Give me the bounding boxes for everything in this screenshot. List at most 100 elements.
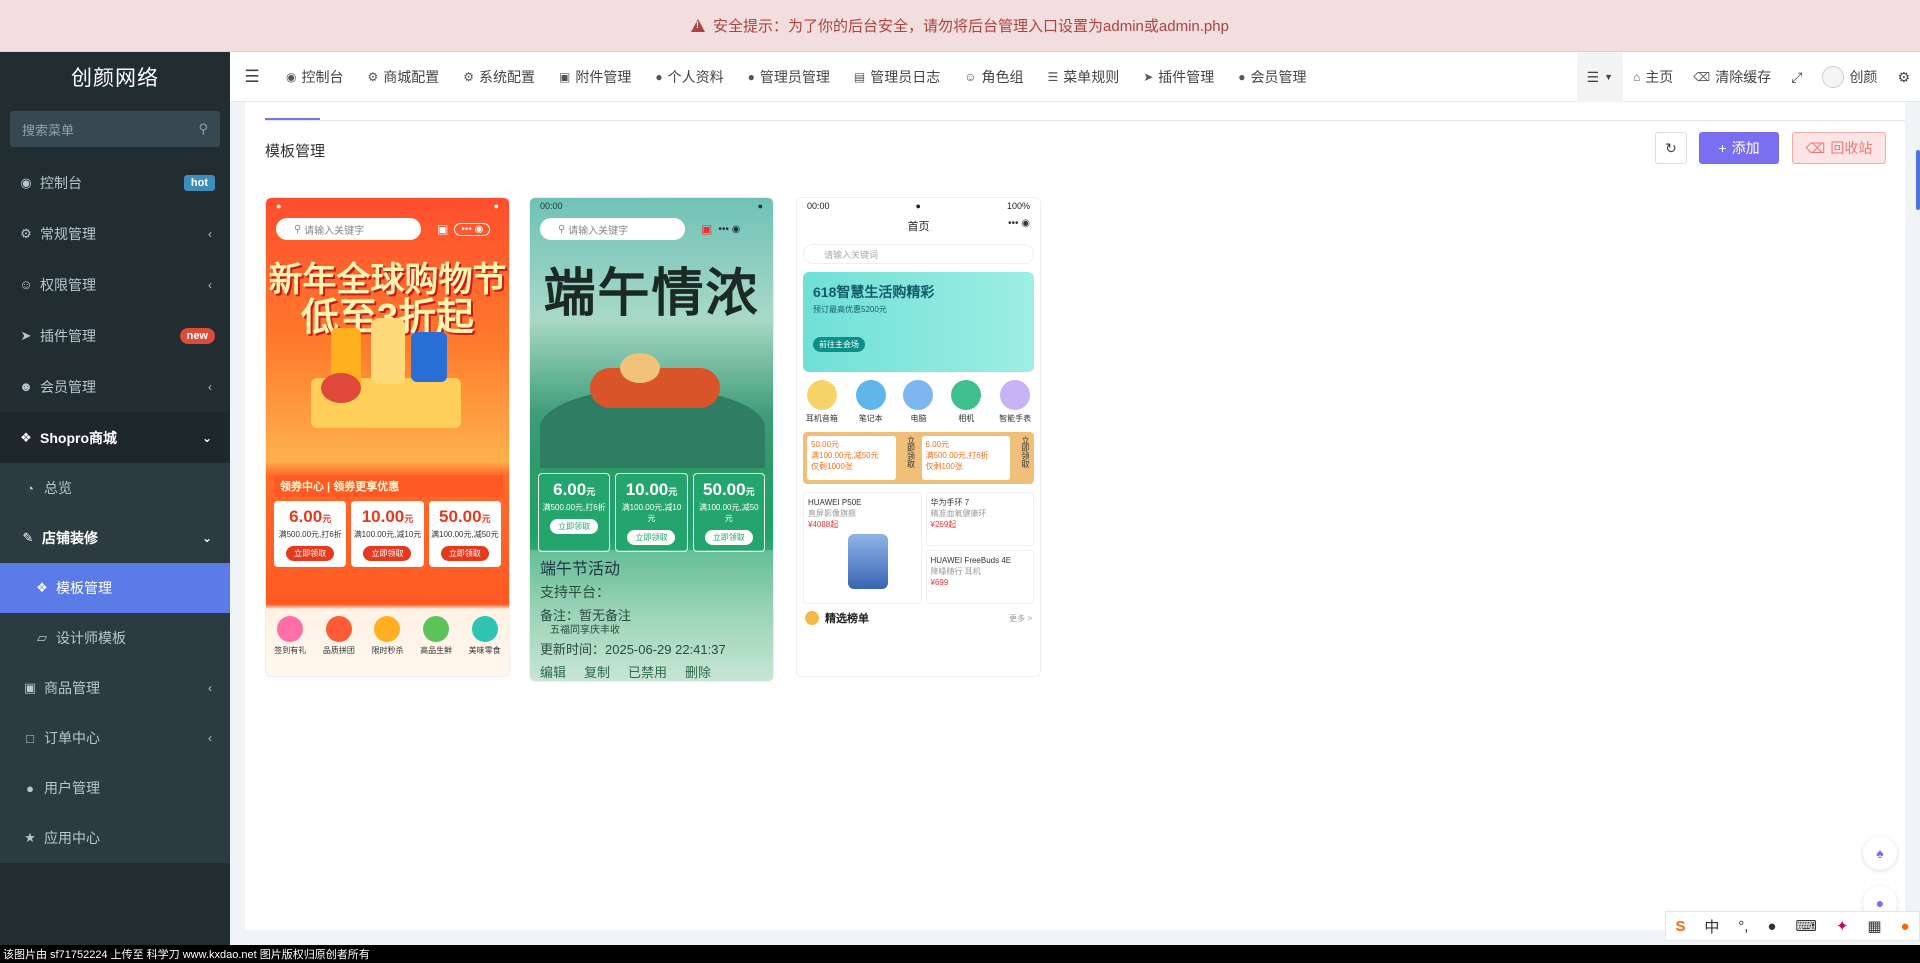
search-icon[interactable]: ⚲: [198, 121, 208, 137]
keyboard-icon[interactable]: ⌨: [1795, 917, 1817, 935]
chinese-mode-icon[interactable]: 中: [1704, 916, 1719, 937]
trash-label: 回收站: [1830, 140, 1873, 156]
pie-icon: ◔: [26, 480, 34, 496]
chevron-left-icon: ‹: [208, 379, 212, 394]
tab-system-config[interactable]: ⚙ 系统配置: [451, 52, 547, 102]
user-icon: ●: [747, 69, 755, 84]
tab-role-group[interactable]: ☺ 角色组: [952, 52, 1035, 102]
recycle-bin-button[interactable]: ⌫ 回收站: [1792, 132, 1886, 164]
coupon-claim-button: 立即领取: [627, 530, 676, 545]
sidebar-item-users[interactable]: ● 用户管理: [0, 763, 230, 813]
skin-icon[interactable]: ✦: [1836, 917, 1849, 935]
template-card[interactable]: 00:00 ● 100% 首页 ••• ◉ 请输入关键词 618智慧生活购精彩 预订…: [796, 197, 1041, 677]
fullscreen-icon[interactable]: ⤢: [1781, 52, 1812, 102]
tab-label: 管理员管理: [759, 68, 830, 85]
settings-icon[interactable]: ⚙: [1887, 52, 1920, 102]
chevron-left-icon: ‹: [208, 226, 212, 241]
grid-icon[interactable]: ▦: [1867, 917, 1881, 935]
product-name: HUAWEI FreeBuds 4E: [930, 556, 1012, 565]
tab-admin-log[interactable]: ▤ 管理员日志: [842, 52, 952, 102]
user-icon: ●: [26, 780, 34, 796]
coupon-row: 50.00元 满100.00元,减50元 仅剩1000张 立即领取 6.00元 满50…: [803, 432, 1034, 484]
brush-icon: ✎: [22, 530, 34, 545]
logo[interactable]: 创颜网络: [0, 52, 230, 102]
menu-toggle-icon[interactable]: ☰: [230, 67, 274, 87]
disabled-status[interactable]: 已禁用: [628, 661, 667, 681]
microphone-icon[interactable]: ●: [1767, 918, 1776, 935]
sogou-logo-icon[interactable]: S: [1675, 918, 1685, 935]
category-label: 限时秒杀: [371, 646, 404, 655]
sidebar-item-decoration[interactable]: ✎ 店铺装修 ⌄: [0, 513, 230, 563]
more-menu-dropdown[interactable]: ☰ ▼: [1576, 52, 1624, 102]
status-bar: ● ●: [276, 201, 499, 211]
sidebar-item-general[interactable]: ⚙ 常规管理 ‹: [0, 208, 230, 259]
refresh-icon: ↻: [1665, 139, 1677, 156]
tab-attachment[interactable]: ▣ 附件管理: [547, 52, 643, 102]
product-card: HUAWEI FreeBuds 4E 降噪随行 耳机 ¥699: [925, 550, 1034, 604]
coupon: 6.00元 满500.00元,打6折 立即领取: [538, 473, 611, 552]
sidebar-item-member[interactable]: ☻ 会员管理 ‹: [0, 361, 230, 412]
sidebar-item-overview[interactable]: ◔ 总览: [0, 463, 230, 513]
coupon-stock: 仅剩1000张: [811, 462, 853, 471]
user-menu[interactable]: 创颜: [1812, 52, 1887, 102]
tab-shop-config[interactable]: ⚙ 商城配置: [355, 52, 451, 102]
coupon-unit: 元: [481, 514, 491, 524]
coupon: 6.00元 满500.00元,打6折 仅剩100张: [921, 436, 1010, 480]
add-button[interactable]: + 添加: [1699, 132, 1779, 164]
cogs-icon: ⚙: [20, 225, 32, 241]
tab-menu-rules[interactable]: ☰ 菜单规则: [1035, 52, 1131, 102]
category-label: 智能手表: [999, 414, 1032, 423]
copy-link[interactable]: 复制: [584, 661, 610, 681]
sidebar-item-apps[interactable]: ★ 应用中心: [0, 813, 230, 863]
clear-cache-button[interactable]: ⌫ 清除缓存: [1683, 52, 1781, 102]
template-card[interactable]: 00:00 ● ⚲ 请输入关键字 ▣ ••• ◉ 端午情浓 6.00元 满500.0…: [529, 197, 774, 682]
sidebar-item-plugin[interactable]: ➤ 插件管理 new: [0, 310, 230, 361]
home-link[interactable]: ⌂ 主页: [1623, 52, 1683, 102]
coupon-desc: 满500.00元,打6折: [278, 530, 342, 539]
scrollbar[interactable]: [1916, 150, 1920, 210]
sidebar-item-goods[interactable]: ▣ 商品管理 ‹: [0, 663, 230, 713]
mascot-icon[interactable]: ●: [1900, 918, 1909, 935]
tab-dashboard[interactable]: ◉ 控制台: [274, 52, 355, 102]
tab-members[interactable]: ● 会员管理: [1226, 52, 1318, 102]
category-label: 签到有礼: [274, 646, 307, 655]
edit-link[interactable]: 编辑: [540, 661, 566, 681]
chevron-down-icon: ⌄: [201, 430, 212, 445]
tab-admin[interactable]: ● 管理员管理: [736, 52, 842, 102]
sidebar-item-label: Shopro商城: [40, 429, 117, 446]
status-bar: 00:00 ●: [540, 201, 763, 211]
capsule-icon: ••• ◉: [1007, 218, 1030, 229]
coupon: 50.00元 满100.00元,减50元 立即领取: [428, 501, 501, 567]
more-link: 更多 >: [1009, 613, 1032, 623]
tab-plugins[interactable]: ➤ 插件管理: [1131, 52, 1226, 102]
category-label: 笔记本: [858, 414, 883, 423]
plus-icon: +: [1718, 140, 1727, 156]
menu-search-input[interactable]: 搜索菜单 ⚲: [10, 111, 220, 147]
category-item: 签到有礼: [274, 616, 306, 656]
category-icons: 签到有礼 品质拼团 限时秒杀 高品生鲜 美味零食: [266, 616, 509, 656]
product-grid: HUAWEI P50E 直屏影像旗舰 ¥4088起 华为手环 7 精准血氧健康环…: [803, 492, 1034, 604]
sidebar-item-dashboard[interactable]: ◉ 控制台 hot: [0, 157, 230, 208]
delete-link[interactable]: 删除: [685, 661, 711, 681]
trash-icon: ⌫: [1805, 139, 1826, 156]
refresh-button[interactable]: ↻: [1655, 132, 1687, 164]
category-label: 品质拼团: [322, 646, 355, 655]
sidebar-item-designer[interactable]: ▱ 设计师模板: [0, 613, 230, 663]
product-card: HUAWEI P50E 直屏影像旗舰 ¥4088起: [803, 492, 922, 604]
tab-profile[interactable]: ● 个人资料: [643, 52, 735, 102]
sidebar-item-orders[interactable]: □ 订单中心 ‹: [0, 713, 230, 763]
search-placeholder: 请输入关键字: [568, 225, 629, 237]
coupon: 50.00元 满100.00元,减50元 立即领取: [692, 473, 765, 552]
sidebar-item-label: 插件管理: [40, 327, 96, 344]
user-icon: ●: [1238, 69, 1246, 84]
coupon-claim-button: 立即领取: [1021, 436, 1030, 468]
crown-icon: [805, 611, 819, 625]
punctuation-icon[interactable]: °,: [1738, 918, 1748, 935]
notification-bell-icon[interactable]: ♠: [1863, 836, 1897, 870]
promo-banner: 618智慧生活购精彩 预订最高优惠5200元 前往主会场: [803, 272, 1034, 372]
sidebar-item-permission[interactable]: ☺ 权限管理 ‹: [0, 259, 230, 310]
tab-label: 商城配置: [383, 68, 440, 85]
sidebar-item-shopro[interactable]: ❖ Shopro商城 ⌄: [0, 412, 230, 463]
sidebar-item-template[interactable]: ❖ 模板管理: [0, 563, 230, 613]
template-card[interactable]: ●● ⚲ 请输入关键字 ▣ ••• ◉ 新年全球购物节 低至3折起 领券中心 |…: [265, 197, 510, 677]
